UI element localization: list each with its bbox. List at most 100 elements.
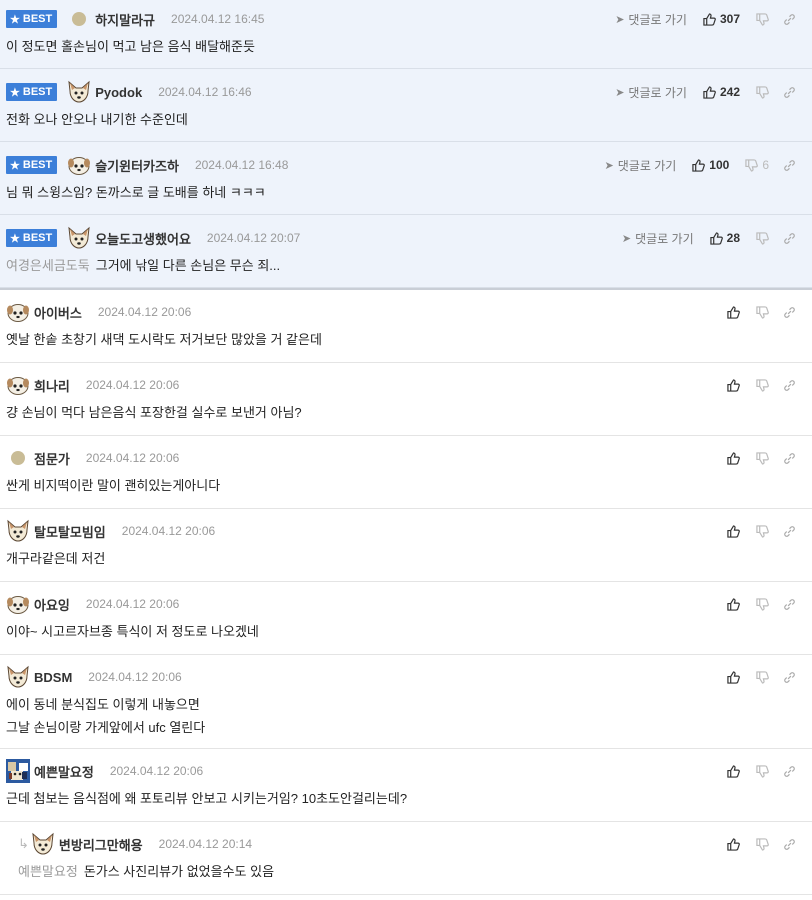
dot-avatar[interactable]	[11, 451, 25, 465]
dislike-button[interactable]: 6	[745, 158, 769, 172]
comment-text-content: 돈가스 사진리뷰가 없었을수도 있음	[83, 864, 275, 879]
share-link-button[interactable]	[783, 525, 796, 538]
like-button[interactable]: 242	[703, 85, 740, 99]
go-to-reply-link[interactable]: ➤ 댓글로 가기	[615, 11, 687, 28]
like-button[interactable]: 100	[692, 158, 729, 172]
share-link-button[interactable]	[783, 452, 796, 465]
thumb-down-icon	[756, 378, 769, 392]
like-button[interactable]	[727, 305, 740, 319]
like-button[interactable]	[727, 524, 740, 538]
comment-text-content: 전화 오나 안오나 내기한 수준인데	[6, 112, 188, 127]
dislike-button[interactable]	[756, 837, 769, 851]
share-link-button[interactable]	[783, 765, 796, 778]
like-button[interactable]	[727, 764, 740, 778]
author-nickname[interactable]: Pyodok	[95, 85, 142, 100]
author-nickname[interactable]: 오늘도고생했어요	[95, 229, 191, 248]
best-badge-label: BEST	[22, 232, 53, 244]
dislike-button[interactable]	[756, 85, 769, 99]
fox-dog-avatar[interactable]	[67, 80, 91, 104]
author-nickname[interactable]: 하지말라규	[95, 10, 155, 29]
comment-date: 2024.04.12 20:07	[206, 231, 301, 245]
like-button[interactable]: 28	[709, 231, 740, 245]
share-link-button[interactable]	[783, 13, 796, 26]
fox-dog-avatar[interactable]	[6, 519, 30, 543]
share-link-button[interactable]	[783, 86, 796, 99]
pixel-avatar[interactable]	[6, 759, 30, 783]
puppy-avatar[interactable]	[6, 592, 30, 616]
comment-line: 이야~ 시고르자브종 특식이 저 정도로 나오겠네	[6, 624, 259, 639]
dislike-button[interactable]	[756, 524, 769, 538]
dislike-button[interactable]	[756, 305, 769, 319]
comment-date: 2024.04.12 20:06	[109, 764, 204, 778]
puppy-avatar[interactable]	[67, 153, 91, 177]
comment-date: 2024.04.12 16:48	[194, 158, 289, 172]
like-button[interactable]	[727, 378, 740, 392]
comment-text: 여경은세금도둑 그거에 낚일 다른 손님은 무슨 죄...	[6, 254, 806, 277]
go-to-reply-link[interactable]: ➤ 댓글로 가기	[622, 230, 694, 247]
link-icon	[784, 379, 795, 391]
send-arrow-icon: ➤	[604, 159, 614, 172]
share-link-button[interactable]	[783, 598, 796, 611]
thumb-down-icon	[756, 305, 769, 319]
best-comments: ★ BEST 하지말라규 2024.04.12 16:45 ➤ 댓글로 가기 307…	[0, 0, 812, 290]
like-button[interactable]	[727, 451, 740, 465]
dislike-button[interactable]	[756, 764, 769, 778]
author-nickname[interactable]: 아요잉	[34, 595, 70, 614]
like-button[interactable]	[727, 597, 740, 611]
reply-arrow-icon: ↳	[18, 836, 29, 852]
author-nickname[interactable]: 아이버스	[34, 303, 82, 322]
dislike-button[interactable]	[756, 451, 769, 465]
comment: BDSM 2024.04.12 20:06 에이 동네 분식집도 이렇게 내놓으…	[0, 655, 812, 749]
link-icon	[784, 671, 795, 683]
author-nickname[interactable]: 탈모탈모빔임	[34, 522, 106, 541]
star-icon: ★	[10, 159, 20, 172]
thumb-up-icon	[709, 231, 723, 245]
author-nickname[interactable]: 점문가	[34, 449, 70, 468]
best-badge-label: BEST	[22, 13, 53, 25]
comment-date: 2024.04.12 20:06	[121, 524, 216, 538]
go-to-reply-link[interactable]: ➤ 댓글로 가기	[605, 157, 677, 174]
fox-dog-avatar[interactable]	[67, 226, 91, 250]
author-nickname[interactable]: BDSM	[34, 670, 72, 685]
reply-comment: ↳ 변방리그만해용 2024.04.12 20:14 예쁜말요정 돈가스 사진리뷰…	[0, 822, 812, 895]
link-icon	[784, 232, 795, 244]
fox-dog-avatar[interactable]	[31, 832, 55, 856]
like-button[interactable]: 307	[703, 12, 740, 26]
share-link-button[interactable]	[783, 838, 796, 851]
share-link-button[interactable]	[783, 379, 796, 392]
share-link-button[interactable]	[783, 232, 796, 245]
thumb-up-icon	[727, 378, 740, 392]
dislike-button[interactable]	[756, 597, 769, 611]
dislike-button[interactable]	[756, 378, 769, 392]
thumb-up-icon	[727, 670, 740, 684]
dot-avatar[interactable]	[72, 12, 87, 26]
link-icon	[784, 306, 795, 318]
thumb-up-icon	[703, 85, 716, 99]
dislike-button[interactable]	[756, 670, 769, 684]
author-nickname[interactable]: 예쁜말요정	[34, 762, 94, 781]
puppy-avatar[interactable]	[6, 373, 30, 397]
share-link-button[interactable]	[783, 159, 796, 172]
go-to-reply-label: 댓글로 가기	[617, 158, 677, 173]
dislike-button[interactable]	[756, 12, 769, 26]
quoted-author[interactable]: 예쁜말요정	[18, 864, 78, 879]
comment: 예쁜말요정 2024.04.12 20:06 근데 첨보는 음식점에 왜 포토리…	[0, 749, 812, 822]
author-nickname[interactable]: 슬기윈터카즈하	[95, 156, 179, 175]
thumb-down-icon	[756, 12, 769, 26]
author-nickname[interactable]: 변방리그만해용	[59, 835, 143, 854]
fox-dog-avatar[interactable]	[6, 665, 30, 689]
share-link-button[interactable]	[783, 671, 796, 684]
like-button[interactable]	[727, 837, 740, 851]
puppy-avatar[interactable]	[6, 300, 30, 324]
comment-line: 싼게 비지떡이란 말이 괜히있는게아니다	[6, 478, 221, 493]
share-link-button[interactable]	[783, 306, 796, 319]
author-nickname[interactable]: 희나리	[34, 376, 70, 395]
thumb-up-icon	[727, 524, 740, 538]
go-to-reply-link[interactable]: ➤ 댓글로 가기	[615, 84, 687, 101]
dislike-button[interactable]	[756, 231, 769, 245]
comment: 아요잉 2024.04.12 20:06 이야~ 시고르자브종 특식이 저 정도…	[0, 582, 812, 655]
comment-text-content: 님 뭐 스윙스임? 돈까스로 글 도배를 하네 ㅋㅋㅋ	[6, 185, 266, 200]
like-button[interactable]	[727, 670, 740, 684]
quoted-author[interactable]: 여경은세금도둑	[6, 258, 90, 273]
best-badge: ★ BEST	[6, 10, 58, 28]
